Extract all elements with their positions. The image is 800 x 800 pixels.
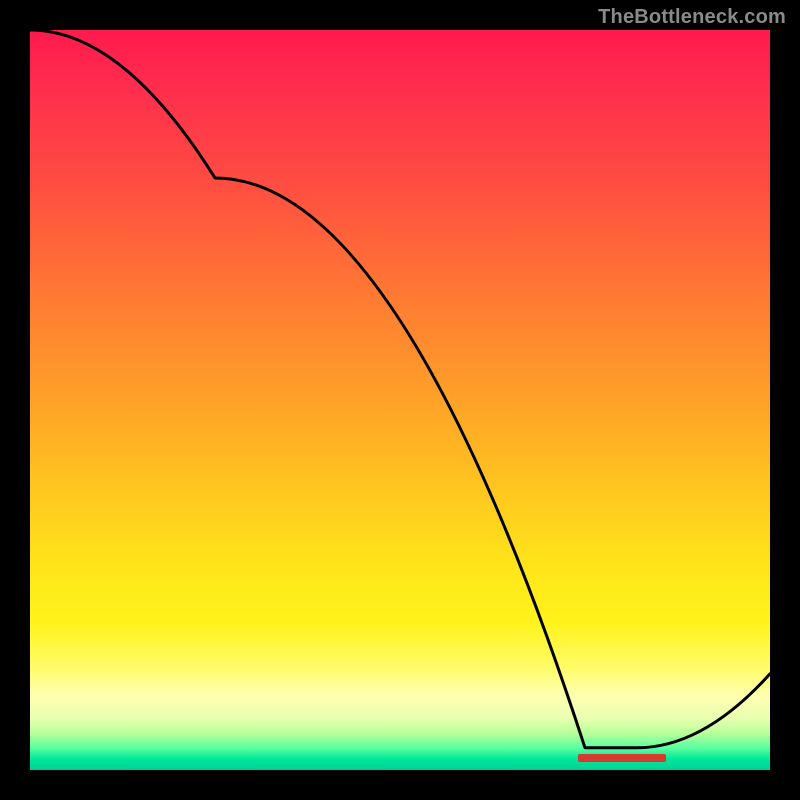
line-layer: [30, 30, 770, 770]
optimal-range-marker: [578, 754, 667, 762]
watermark-text: TheBottleneck.com: [598, 6, 786, 29]
chart-frame: TheBottleneck.com: [0, 0, 800, 800]
plot-area: [30, 30, 770, 770]
bottleneck-curve: [30, 30, 770, 748]
